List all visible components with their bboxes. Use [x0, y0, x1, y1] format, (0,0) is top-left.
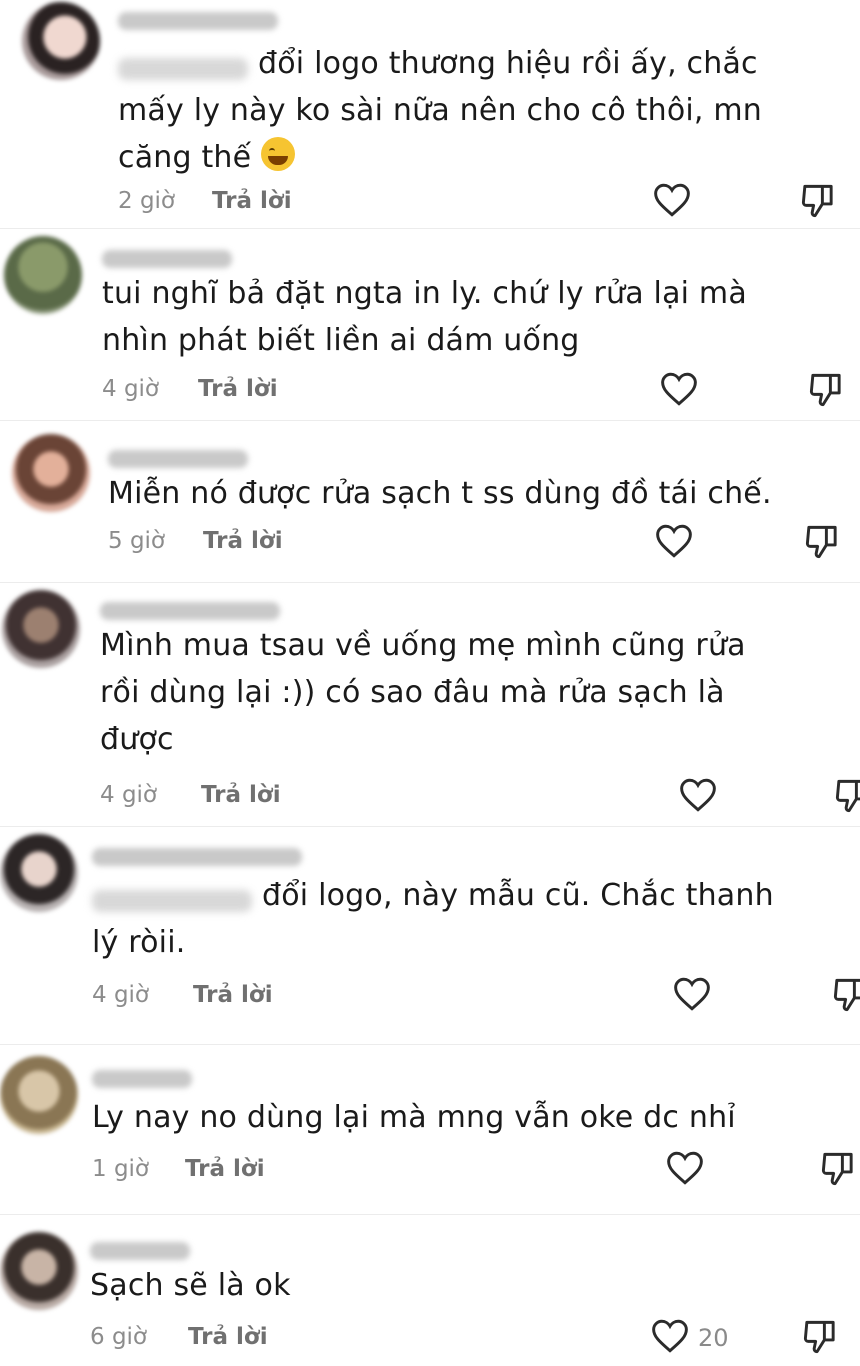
reply-button[interactable]: Trả lời: [198, 376, 278, 402]
username-redacted[interactable]: [108, 450, 248, 468]
avatar[interactable]: [12, 434, 90, 512]
reply-button[interactable]: Trả lời: [212, 188, 292, 214]
comment-time: 4 giờ: [92, 982, 150, 1008]
avatar[interactable]: [0, 834, 78, 912]
comment-item: đổi logo thương hiệu rồi ấy, chắc mấy ly…: [0, 0, 860, 229]
dislike-icon[interactable]: [804, 523, 840, 561]
heart-icon[interactable]: [650, 1318, 690, 1354]
comment-text: đổi logo, này mẫu cũ. Chắc thanh lý ròii…: [92, 878, 774, 960]
comment-text: đổi logo thương hiệu rồi ấy, chắc mấy ly…: [118, 46, 763, 175]
username-redacted[interactable]: [100, 602, 280, 620]
username-redacted[interactable]: [92, 848, 302, 866]
comment-item: đổi logo, này mẫu cũ. Chắc thanh lý ròii…: [0, 826, 860, 1045]
reply-button[interactable]: Trả lời: [188, 1324, 268, 1350]
heart-icon[interactable]: [659, 371, 699, 407]
dislike-icon[interactable]: [808, 371, 844, 409]
username-redacted[interactable]: [118, 12, 278, 30]
username-redacted[interactable]: [90, 1242, 190, 1260]
heart-icon[interactable]: [665, 1150, 705, 1186]
comment-time: 5 giờ: [108, 528, 166, 554]
heart-icon[interactable]: [654, 523, 694, 559]
reply-button[interactable]: Trả lời: [185, 1156, 265, 1182]
avatar[interactable]: [0, 1056, 78, 1134]
comment-time: 6 giờ: [90, 1324, 148, 1350]
comment-item: Mình mua tsau về uống mẹ mình cũng rửa r…: [0, 582, 860, 827]
comment-text: Sạch sẽ là ok: [90, 1268, 291, 1303]
avatar[interactable]: [22, 2, 100, 80]
reply-button[interactable]: Trả lời: [201, 782, 281, 808]
dislike-icon[interactable]: [802, 1318, 838, 1356]
heart-icon[interactable]: [652, 182, 692, 218]
reply-button[interactable]: Trả lời: [203, 528, 283, 554]
comment-time: 4 giờ: [100, 782, 158, 808]
comment-text: Mình mua tsau về uống mẹ mình cũng rửa r…: [100, 628, 746, 757]
dislike-icon[interactable]: [800, 182, 836, 220]
comment-text: Miễn nó được rửa sạch t ss dùng đồ tái c…: [108, 476, 772, 511]
heart-icon[interactable]: [672, 976, 712, 1012]
dislike-icon[interactable]: [832, 976, 860, 1014]
username-redacted[interactable]: [92, 1070, 192, 1088]
comment-text: tui nghĩ bả đặt ngta in ly. chứ ly rửa l…: [102, 276, 747, 358]
avatar[interactable]: [2, 590, 80, 668]
dislike-icon[interactable]: [834, 777, 860, 815]
comment-text: Ly nay no dùng lại mà mng vẫn oke dc nhỉ: [92, 1100, 736, 1135]
avatar[interactable]: [0, 1232, 78, 1310]
like-count: 20: [698, 1324, 729, 1352]
reply-button[interactable]: Trả lời: [193, 982, 273, 1008]
comment-item: Sạch sẽ là ok 6 giờ Trả lời 20: [0, 1214, 860, 1366]
comment-item: Miễn nó được rửa sạch t ss dùng đồ tái c…: [0, 420, 860, 583]
dislike-icon[interactable]: [820, 1150, 856, 1188]
comment-time: 4 giờ: [102, 376, 160, 402]
username-redacted[interactable]: [102, 250, 232, 268]
comment-time: 1 giờ: [92, 1156, 150, 1182]
sweat-smile-emoji-icon: [261, 137, 296, 171]
comment-time: 2 giờ: [118, 188, 176, 214]
heart-icon[interactable]: [678, 777, 718, 813]
comment-item: Ly nay no dùng lại mà mng vẫn oke dc nhỉ…: [0, 1044, 860, 1215]
avatar[interactable]: [4, 236, 82, 314]
comment-item: tui nghĩ bả đặt ngta in ly. chứ ly rửa l…: [0, 228, 860, 421]
